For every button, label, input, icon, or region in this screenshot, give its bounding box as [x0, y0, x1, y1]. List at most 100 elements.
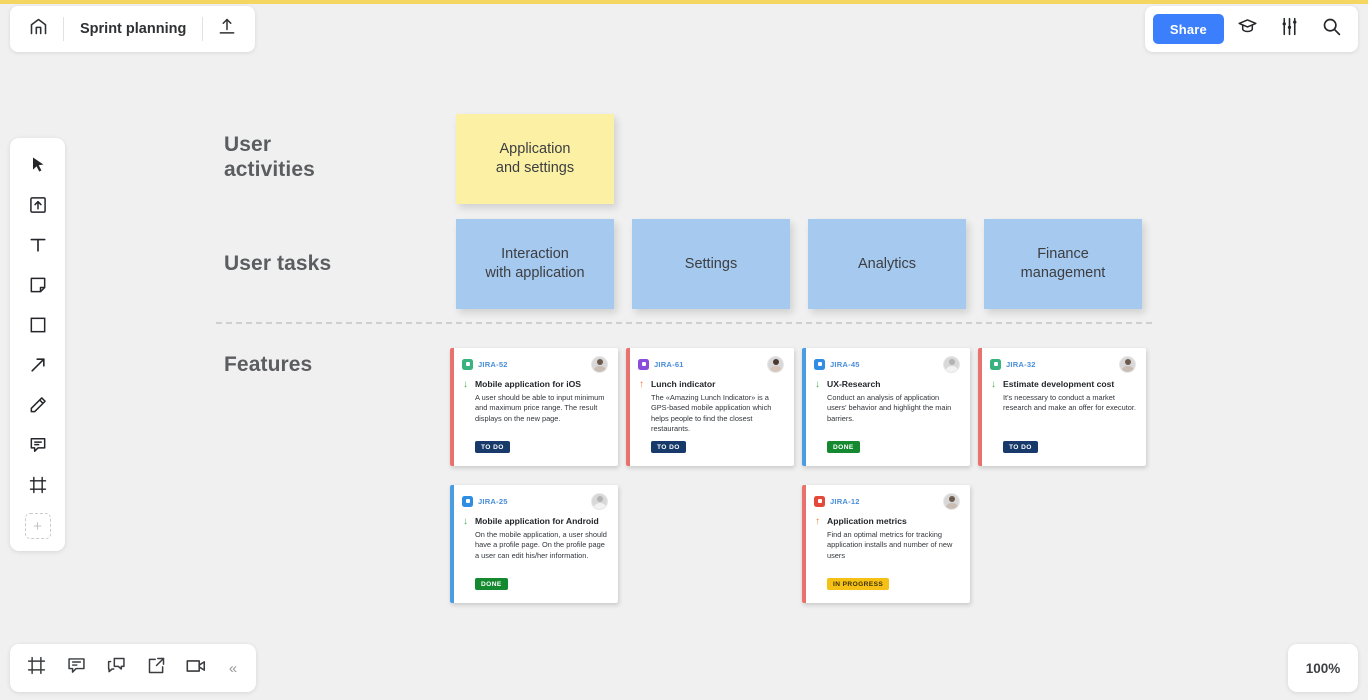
- present-button[interactable]: [136, 648, 176, 688]
- jira-card-JIRA-45[interactable]: JIRA-45 ↓ UX-Research Conduct an analysi…: [802, 348, 970, 466]
- jira-card-JIRA-52[interactable]: JIRA-52 ↓ Mobile application for iOS A u…: [450, 348, 618, 466]
- card-key[interactable]: JIRA-52: [478, 360, 508, 369]
- arrow-tool[interactable]: [18, 347, 58, 387]
- select-tool[interactable]: [18, 147, 58, 187]
- card-header: JIRA-12: [814, 492, 960, 510]
- card-key[interactable]: JIRA-45: [830, 360, 860, 369]
- home-icon: [28, 16, 49, 42]
- shape-tool[interactable]: [18, 307, 58, 347]
- external-link-icon: [146, 655, 167, 681]
- sticky-note-finance-management[interactable]: Finance management: [984, 219, 1142, 309]
- bottom-toolbar: «: [10, 644, 256, 692]
- learn-button[interactable]: [1228, 10, 1266, 48]
- task-type-icon: [814, 358, 825, 370]
- export-button[interactable]: [203, 6, 251, 52]
- home-button[interactable]: [14, 6, 63, 52]
- comment-tool[interactable]: [18, 427, 58, 467]
- search-icon: [1321, 16, 1342, 42]
- card-key[interactable]: JIRA-32: [1006, 360, 1036, 369]
- comment-icon: [28, 435, 48, 460]
- upload-icon: [217, 17, 237, 42]
- priority-high-icon: ↑: [815, 516, 820, 527]
- status-badge: TO DO: [1003, 441, 1038, 453]
- card-title: UX-Research: [827, 379, 881, 389]
- avatar: [943, 492, 960, 510]
- video-camera-icon: [185, 655, 207, 682]
- avatar: [767, 355, 784, 373]
- settings-button[interactable]: [1270, 10, 1308, 48]
- avatar: [1119, 355, 1136, 373]
- arrow-icon: [28, 355, 48, 380]
- sticky-note-analytics[interactable]: Analytics: [808, 219, 966, 309]
- video-call-button[interactable]: [176, 648, 216, 688]
- share-button[interactable]: Share: [1152, 14, 1224, 44]
- status-badge: TO DO: [651, 441, 686, 453]
- card-title-row: ↑ Application metrics: [814, 516, 960, 527]
- note-line1: Interaction: [501, 246, 569, 263]
- chat-icon: [106, 655, 127, 681]
- upload-tool[interactable]: [18, 187, 58, 227]
- sticky-note-interaction-with-application[interactable]: Interaction with application: [456, 219, 614, 309]
- card-title: Application metrics: [827, 516, 907, 526]
- priority-low-icon: ↓: [991, 379, 996, 390]
- comments-panel-button[interactable]: [56, 648, 96, 688]
- section-divider: [216, 322, 1152, 324]
- note-line1: Finance: [1037, 246, 1089, 263]
- priority-high-icon: ↑: [639, 379, 644, 390]
- sticky-note-application-and-settings[interactable]: Application and settings: [456, 114, 614, 204]
- sticky-note-icon: [28, 275, 48, 300]
- card-key[interactable]: JIRA-12: [830, 497, 860, 506]
- card-description: It's necessary to conduct a market resea…: [1003, 393, 1136, 413]
- card-key[interactable]: JIRA-25: [478, 497, 508, 506]
- jira-card-JIRA-61[interactable]: JIRA-61 ↑ Lunch indicator The «Amazing L…: [626, 348, 794, 466]
- priority-low-icon: ↓: [463, 516, 468, 527]
- search-button[interactable]: [1312, 10, 1350, 48]
- jira-card-JIRA-25[interactable]: JIRA-25 ↓ Mobile application for Android…: [450, 485, 618, 603]
- jira-card-JIRA-12[interactable]: JIRA-12 ↑ Application metrics Find an op…: [802, 485, 970, 603]
- card-title-row: ↓ UX-Research: [814, 379, 960, 390]
- row-label-features: Features: [224, 353, 313, 376]
- text-tool[interactable]: [18, 227, 58, 267]
- card-description: On the mobile application, a user should…: [475, 530, 607, 560]
- top-accent-stripe: [0, 0, 1368, 4]
- chat-button[interactable]: [96, 648, 136, 688]
- jira-card-JIRA-32[interactable]: JIRA-32 ↓ Estimate development cost It's…: [978, 348, 1146, 466]
- epic-type-icon: [638, 358, 649, 370]
- frame-tool[interactable]: [18, 467, 58, 507]
- frame-icon: [26, 655, 47, 681]
- board-toolbar-right: Share: [1144, 6, 1358, 52]
- zoom-level-indicator[interactable]: 100%: [1288, 644, 1358, 692]
- card-title: Mobile application for Android: [475, 516, 599, 526]
- note-line1: Application: [499, 141, 571, 158]
- note-line1: Analytics: [857, 255, 917, 272]
- status-badge: DONE: [827, 441, 860, 453]
- card-description: The «Amazing Lunch Indicator» is a GPS-b…: [651, 393, 772, 434]
- status-badge: DONE: [475, 578, 508, 590]
- sticky-note-settings[interactable]: Settings: [632, 219, 790, 309]
- card-title: Estimate development cost: [1003, 379, 1115, 389]
- sticky-note-tool[interactable]: [18, 267, 58, 307]
- priority-low-icon: ↓: [463, 379, 468, 390]
- note-line2: and settings: [495, 160, 575, 176]
- frame-icon: [28, 475, 48, 500]
- pen-tool[interactable]: [18, 387, 58, 427]
- status-badge: IN PROGRESS: [827, 578, 890, 590]
- row-label-user-activities: User activities: [224, 133, 315, 183]
- card-title-row: ↓ Mobile application for Android: [462, 516, 608, 527]
- add-tool-button[interactable]: +: [24, 513, 51, 539]
- note-line2: management: [1020, 265, 1106, 281]
- text-icon: [28, 235, 48, 260]
- bug-type-icon: [814, 495, 825, 507]
- tool-rail: +: [10, 138, 65, 551]
- card-key[interactable]: JIRA-61: [654, 360, 684, 369]
- square-icon: [28, 315, 48, 340]
- collapse-toolbar-button[interactable]: «: [216, 648, 250, 688]
- card-header: JIRA-32: [990, 355, 1136, 373]
- card-title-row: ↓ Mobile application for iOS: [462, 379, 608, 390]
- pencil-icon: [28, 395, 48, 420]
- board-title[interactable]: Sprint planning: [64, 21, 202, 37]
- card-header: JIRA-52: [462, 355, 608, 373]
- frames-panel-button[interactable]: [16, 648, 56, 688]
- comment-list-icon: [66, 655, 87, 681]
- card-title-row: ↓ Estimate development cost: [990, 379, 1136, 390]
